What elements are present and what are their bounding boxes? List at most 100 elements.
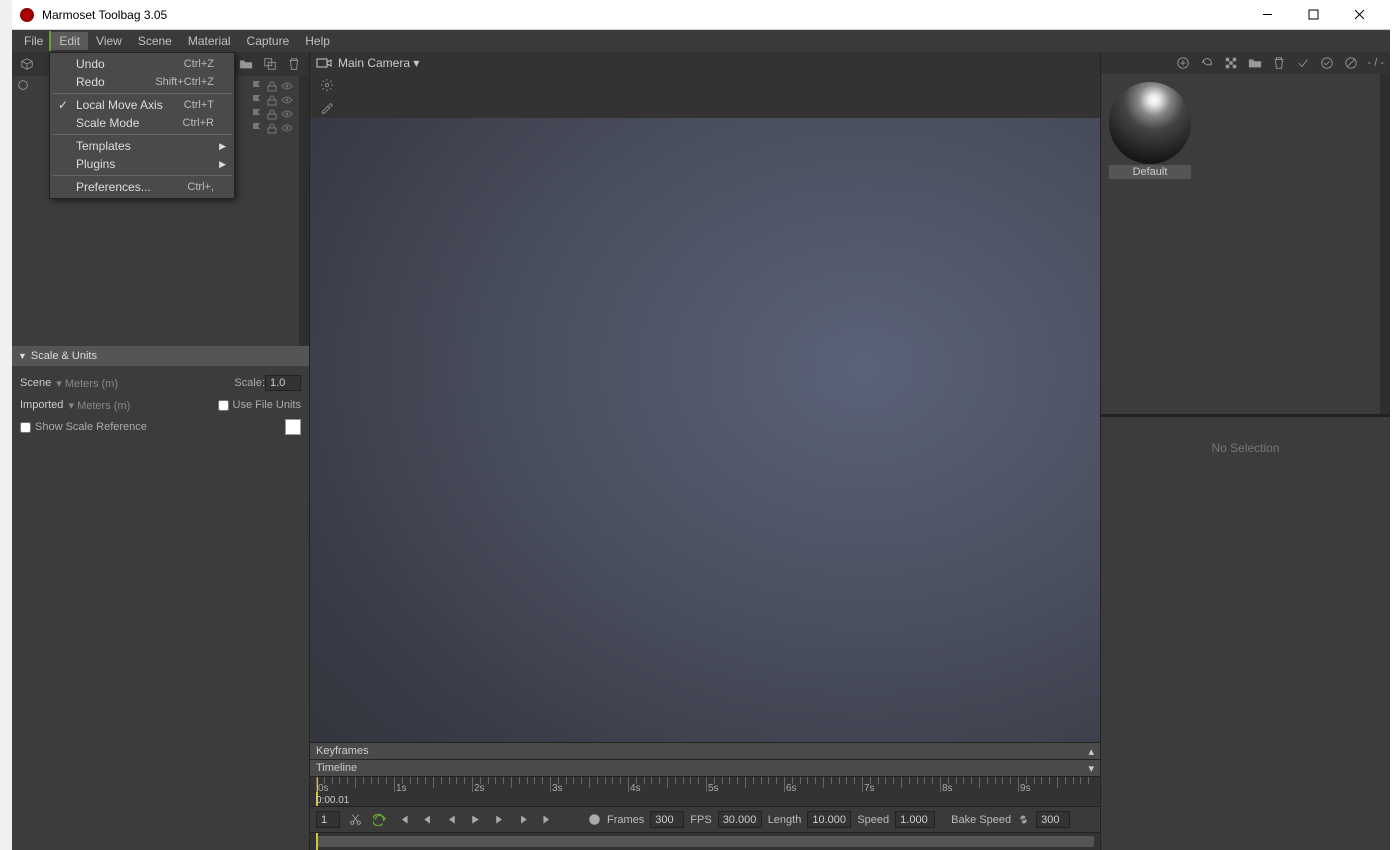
fps-field[interactable]: 30.000 [718,811,762,828]
skip-end-icon[interactable] [538,811,556,829]
menu-item-preferences[interactable]: Preferences...Ctrl+, [50,178,234,196]
scale-ref-color-swatch[interactable] [285,419,301,435]
cut-icon[interactable] [346,811,364,829]
add-icon[interactable] [1172,52,1194,74]
play-reverse-icon[interactable] [442,811,460,829]
flag-icon[interactable] [251,108,263,120]
lock-icon[interactable] [266,108,278,120]
play-forward-icon[interactable] [490,811,508,829]
disclosure-triangle-icon: ▼ [18,351,27,361]
folder-icon[interactable] [1244,52,1266,74]
menu-view[interactable]: View [88,32,130,50]
menu-capture[interactable]: Capture [239,32,298,50]
object-mode-icon[interactable] [16,53,38,75]
use-file-units-checkbox[interactable]: Use File Units [218,399,301,411]
minimize-button[interactable] [1244,0,1290,30]
keyframes-header[interactable]: Keyframes ▴ [310,742,1100,759]
settings-icon[interactable] [316,74,338,96]
refresh-icon[interactable] [1196,52,1218,74]
camera-dropdown[interactable]: Main Camera ▾ [338,56,419,70]
bake-frames-field[interactable]: 300 [1036,811,1070,828]
menu-edit[interactable]: Edit [51,32,88,50]
material-item[interactable]: Default [1109,82,1372,179]
eye-icon[interactable] [281,80,293,92]
assign-icon[interactable] [1292,52,1314,74]
menu-item-templates[interactable]: Templates▶ [50,137,234,155]
circle-check-icon[interactable] [1316,52,1338,74]
lock-icon[interactable] [266,122,278,134]
imported-units-dropdown[interactable]: ▾ Meters (m) [65,399,130,412]
expand-down-icon[interactable]: ▾ [1088,762,1094,775]
close-button[interactable] [1336,0,1382,30]
external-left-strip [0,0,12,850]
frames-label: Frames [607,814,644,826]
expand-up-icon[interactable]: ▴ [1088,745,1094,758]
scene-units-label: Scene [20,377,51,389]
ruler-tick-label: 5s [708,783,719,794]
timeline-panel: Keyframes ▴ Timeline ▾ 0:00.01 0s1s2s3s4… [310,742,1100,850]
3d-viewport[interactable] [310,118,1100,742]
maximize-button[interactable] [1290,0,1336,30]
outliner-scrollbar[interactable] [299,76,309,346]
material-name: Default [1109,165,1191,179]
menu-item-undo[interactable]: UndoCtrl+Z [50,55,234,73]
right-panel: - / - Default No Selection [1100,52,1390,850]
flag-icon[interactable] [251,122,263,134]
timeline-scroll-thumb[interactable] [316,836,1094,847]
eyedropper-icon[interactable] [316,96,338,118]
eye-icon[interactable] [281,94,293,106]
current-frame-field[interactable]: 1 [316,811,340,828]
menu-separator [52,93,232,94]
timeline-ruler[interactable]: 0:00.01 0s1s2s3s4s5s6s7s8s9s [310,776,1100,806]
trash-icon[interactable] [283,53,305,75]
scale-input[interactable] [265,375,301,391]
menu-item-local-move[interactable]: ✓Local Move AxisCtrl+T [50,96,234,114]
link-icon[interactable] [1017,813,1030,826]
lock-icon[interactable] [266,80,278,92]
imported-units-label: Imported [20,399,63,411]
scene-root-icon [16,78,30,92]
scale-units-header[interactable]: ▼ Scale & Units [12,346,309,366]
skip-start-icon[interactable] [394,811,412,829]
timeline-scroll-playhead [316,833,318,850]
scale-label: Scale: [234,377,265,389]
menu-item-redo[interactable]: RedoShift+Ctrl+Z [50,73,234,91]
show-scale-ref-checkbox[interactable]: Show Scale Reference [20,421,147,433]
eye-icon[interactable] [281,122,293,134]
timeline-scrollbar[interactable] [310,832,1100,850]
menu-scene[interactable]: Scene [130,32,180,50]
lock-icon[interactable] [266,94,278,106]
flag-icon[interactable] [251,80,263,92]
timeline-header[interactable]: Timeline ▾ [310,759,1100,776]
menu-item-plugins[interactable]: Plugins▶ [50,155,234,173]
toolbar-counter: - / - [1368,57,1385,69]
ruler-tick-label: 2s [474,783,485,794]
viewport-toolbar [310,74,1100,96]
flag-icon[interactable] [251,94,263,106]
speed-field[interactable]: 1.000 [895,811,935,828]
material-browser[interactable]: Default [1101,74,1380,414]
timeline-controls: 1 Frames 300 FPS 30.000 Lengt [310,806,1100,832]
menu-file[interactable]: File [16,32,51,50]
play-icon[interactable] [466,811,484,829]
duplicate-icon[interactable] [259,53,281,75]
checker-icon[interactable] [1220,52,1242,74]
folder-icon[interactable] [235,53,257,75]
ruler-tick-label: 9s [1020,783,1031,794]
loop-icon[interactable] [370,811,388,829]
menu-item-scale-mode[interactable]: Scale ModeCtrl+R [50,114,234,132]
length-field[interactable]: 10.000 [807,811,851,828]
speed-label: Speed [857,814,889,826]
frame-back-icon[interactable] [418,811,436,829]
menu-help[interactable]: Help [297,32,338,50]
trash-icon[interactable] [1268,52,1290,74]
ruler-tick-label: 3s [552,783,563,794]
scene-units-dropdown[interactable]: ▾ Meters (m) [53,377,118,390]
circle-slash-icon[interactable] [1340,52,1362,74]
submenu-arrow-icon: ▶ [219,141,226,152]
frame-forward-icon[interactable] [514,811,532,829]
materials-scrollbar[interactable] [1380,74,1390,414]
menu-material[interactable]: Material [180,32,239,50]
frames-field[interactable]: 300 [650,811,684,828]
eye-icon[interactable] [281,108,293,120]
